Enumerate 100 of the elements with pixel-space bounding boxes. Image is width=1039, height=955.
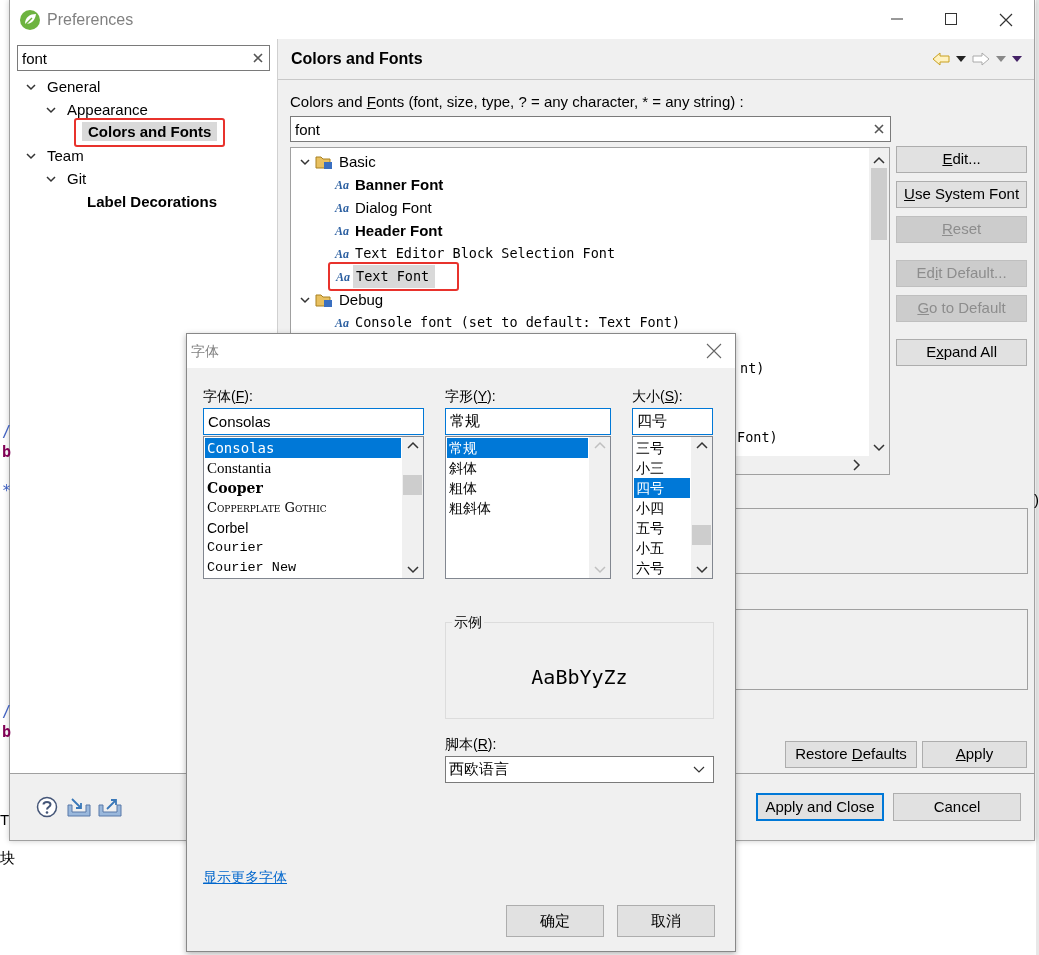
- tree-item[interactable]: Team: [41, 144, 90, 167]
- menu-icon[interactable]: [1012, 56, 1022, 62]
- scroll-right-icon[interactable]: [853, 459, 862, 471]
- code-text: ): [1034, 491, 1039, 509]
- list-item[interactable]: 小五: [634, 538, 690, 558]
- scroll-down-icon[interactable]: [406, 566, 419, 574]
- code-text: T: [0, 811, 10, 829]
- list-item[interactable]: 六号: [634, 558, 690, 578]
- list-item[interactable]: 四号: [634, 478, 690, 498]
- tree-item[interactable]: Label Decorations: [81, 190, 224, 213]
- list-item[interactable]: 粗体: [447, 478, 588, 498]
- field-label: 字体(F):: [203, 387, 254, 406]
- import-icon[interactable]: [67, 797, 91, 817]
- maximize-icon[interactable]: [945, 12, 957, 25]
- group-label: 示例: [452, 613, 484, 631]
- tree-item[interactable]: Appearance: [61, 98, 154, 121]
- scroll-down-icon[interactable]: [873, 444, 886, 452]
- font-tree-item[interactable]: Text Editor Block Selection Font: [352, 242, 622, 265]
- scrollbar-thumb[interactable]: [403, 475, 422, 495]
- dialog-title: 字体: [191, 341, 219, 361]
- code-text: /: [2, 423, 12, 441]
- list-item[interactable]: 三号: [634, 438, 690, 458]
- text-field[interactable]: 常规: [445, 408, 611, 435]
- page-title: Colors and Fonts: [291, 49, 423, 69]
- list-item[interactable]: 五号: [634, 518, 690, 538]
- list-item[interactable]: Courier New: [205, 558, 401, 578]
- tree-item-text: nt): [740, 359, 765, 379]
- field-label: 大小(S):: [632, 387, 684, 406]
- list-item[interactable]: Consolas: [205, 438, 401, 458]
- scrollbar-thumb[interactable]: [692, 525, 711, 545]
- ok-button[interactable]: 确定: [506, 905, 604, 937]
- apply-and-close-button[interactable]: Apply and Close: [756, 793, 884, 821]
- scrollbar[interactable]: [402, 437, 423, 578]
- code-text: *: [2, 482, 12, 500]
- font-tree-item[interactable]: Console font (set to default: Text Font): [352, 311, 687, 334]
- font-tree-item[interactable]: Banner Font: [352, 173, 450, 196]
- font-filter-field[interactable]: font: [290, 116, 891, 142]
- code-text: b: [2, 443, 12, 461]
- list-item[interactable]: 常规: [447, 438, 588, 458]
- font-icon: Aa: [336, 269, 353, 284]
- side-button[interactable]: Edit...: [896, 146, 1027, 173]
- list-item[interactable]: Courier: [205, 538, 401, 558]
- code-text: b: [2, 723, 12, 741]
- tree-item[interactable]: Debug: [333, 288, 390, 311]
- help-icon[interactable]: [36, 796, 58, 818]
- tree-item[interactable]: General: [41, 75, 107, 98]
- tree-item-text: Font): [737, 428, 778, 448]
- restore-defaults-button[interactable]: Restore Defaults: [785, 741, 917, 768]
- window-title: Preferences: [47, 9, 134, 30]
- chevron-down-icon[interactable]: [693, 765, 705, 774]
- more-fonts-link[interactable]: 显示更多字体: [203, 867, 287, 888]
- scroll-up-icon[interactable]: [406, 441, 419, 449]
- clear-icon[interactable]: [874, 124, 884, 134]
- text-field[interactable]: 四号: [632, 408, 713, 435]
- apply-button[interactable]: Apply: [922, 741, 1027, 768]
- font-icon: Aa: [335, 315, 352, 330]
- field-label: 脚本(R):: [445, 735, 498, 754]
- code-text: /: [2, 703, 12, 721]
- close-icon[interactable]: [706, 343, 722, 359]
- font-icon: Aa: [335, 200, 352, 215]
- list-item[interactable]: Corbel: [205, 518, 401, 538]
- folder-icon: [315, 291, 333, 308]
- list-item[interactable]: 粗斜体: [447, 498, 588, 518]
- side-button[interactable]: Expand All: [896, 339, 1027, 366]
- scrollbar-thumb[interactable]: [871, 168, 888, 240]
- scroll-up-icon[interactable]: [873, 156, 886, 165]
- font-icon: Aa: [335, 223, 352, 238]
- text-field[interactable]: Consolas: [203, 408, 424, 435]
- close-icon[interactable]: [999, 12, 1013, 27]
- list-item[interactable]: Constantia: [205, 458, 401, 478]
- tree-item[interactable]: Colors and Fonts: [82, 122, 218, 142]
- font-icon: Aa: [335, 177, 352, 192]
- scroll-up-icon[interactable]: [695, 441, 708, 449]
- list-item[interactable]: 小四: [634, 498, 690, 518]
- filter-field[interactable]: font: [17, 45, 270, 71]
- cancel-button[interactable]: Cancel: [893, 793, 1021, 821]
- clear-icon[interactable]: [253, 53, 263, 63]
- font-tree-item[interactable]: Header Font: [352, 219, 449, 242]
- code-text: 块: [0, 849, 15, 867]
- export-icon[interactable]: [98, 797, 122, 817]
- tree-item[interactable]: Basic: [333, 150, 382, 173]
- list-item[interactable]: 小三: [634, 458, 690, 478]
- font-icon: Aa: [335, 246, 352, 261]
- scrollbar[interactable]: [691, 437, 712, 578]
- sample-text: AaBbYyZz: [531, 663, 628, 691]
- script-dropdown[interactable]: 西欧语言: [445, 756, 714, 783]
- list-item[interactable]: 斜体: [447, 458, 588, 478]
- font-tree-item[interactable]: Text Font: [353, 265, 436, 288]
- dropdown-icon[interactable]: [956, 56, 966, 62]
- list-item[interactable]: Cooper: [205, 478, 401, 498]
- field-label: 字形(Y):: [445, 387, 497, 406]
- list-item[interactable]: Copperplate Gothic: [205, 498, 401, 518]
- folder-icon: [315, 153, 333, 170]
- side-button[interactable]: Use System Font: [896, 181, 1027, 208]
- scroll-down-icon[interactable]: [695, 566, 708, 574]
- scrollbar[interactable]: [869, 148, 890, 456]
- cancel-button[interactable]: 取消: [617, 905, 715, 937]
- filter-label: Colors and Fonts (font, size, type, ? = any character, * = any string) :: [290, 92, 745, 112]
- font-tree-item[interactable]: Dialog Font: [352, 196, 438, 219]
- tree-item[interactable]: Git: [61, 167, 93, 190]
